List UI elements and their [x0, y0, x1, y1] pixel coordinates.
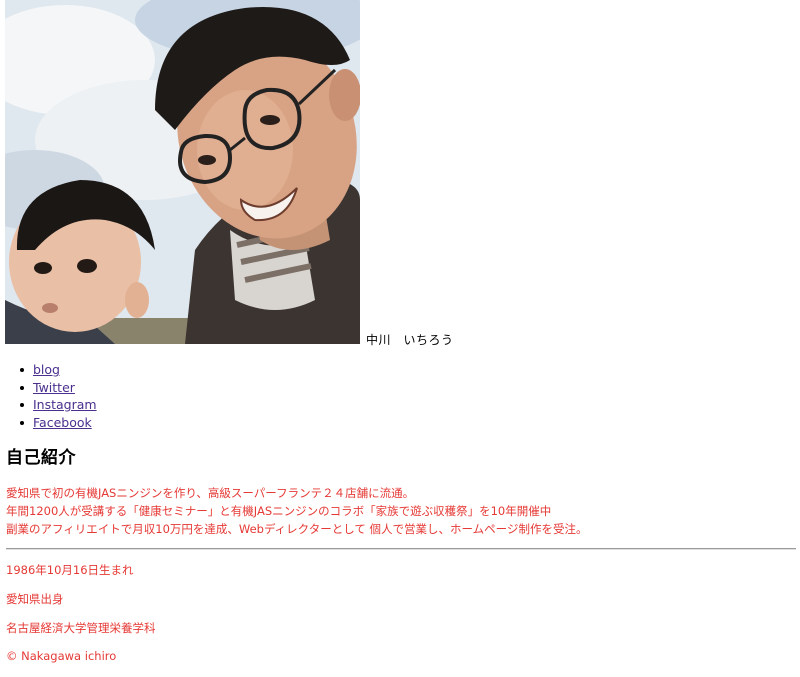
list-item: blog	[20, 361, 97, 379]
profile-photo	[5, 0, 360, 344]
intro-line: 年間1200人が受講する「健康セミナー」と有機JASニンジンのコラボ「家族で遊ぶ…	[6, 504, 552, 518]
divider	[6, 548, 796, 550]
school: 名古屋経済大学管理栄養学科	[6, 621, 156, 635]
intro-line: 副業のアフィリエイトで月収10万円を達成、Webディレクターとして 個人で営業し…	[6, 522, 588, 536]
list-item: Twitter	[20, 379, 97, 397]
section-title: 自己紹介	[6, 448, 76, 468]
twitter-link[interactable]: Twitter	[33, 380, 75, 395]
page: 中川 いちろう blog Twitter Instagram Facebook …	[0, 0, 800, 677]
hometown: 愛知県出身	[6, 592, 64, 606]
copyright: © Nakagawa ichiro	[6, 649, 117, 663]
facebook-link[interactable]: Facebook	[33, 415, 92, 430]
intro-text: 愛知県で初の有機JASニンジンを作り、高級スーパーフランテ２４店舗に流通。 年間…	[6, 484, 796, 538]
birth-date: 1986年10月16日生まれ	[6, 563, 134, 577]
profile-facts: 1986年10月16日生まれ 愛知県出身 名古屋経済大学管理栄養学科	[6, 562, 156, 649]
blog-link[interactable]: blog	[33, 362, 60, 377]
owner-name: 中川 いちろう	[366, 333, 454, 347]
intro-line: 愛知県で初の有機JASニンジンを作り、高級スーパーフランテ２４店舗に流通。	[6, 486, 415, 500]
list-item: Instagram	[20, 396, 97, 414]
instagram-link[interactable]: Instagram	[33, 397, 97, 412]
social-link-list: blog Twitter Instagram Facebook	[0, 361, 97, 431]
list-item: Facebook	[20, 414, 97, 432]
